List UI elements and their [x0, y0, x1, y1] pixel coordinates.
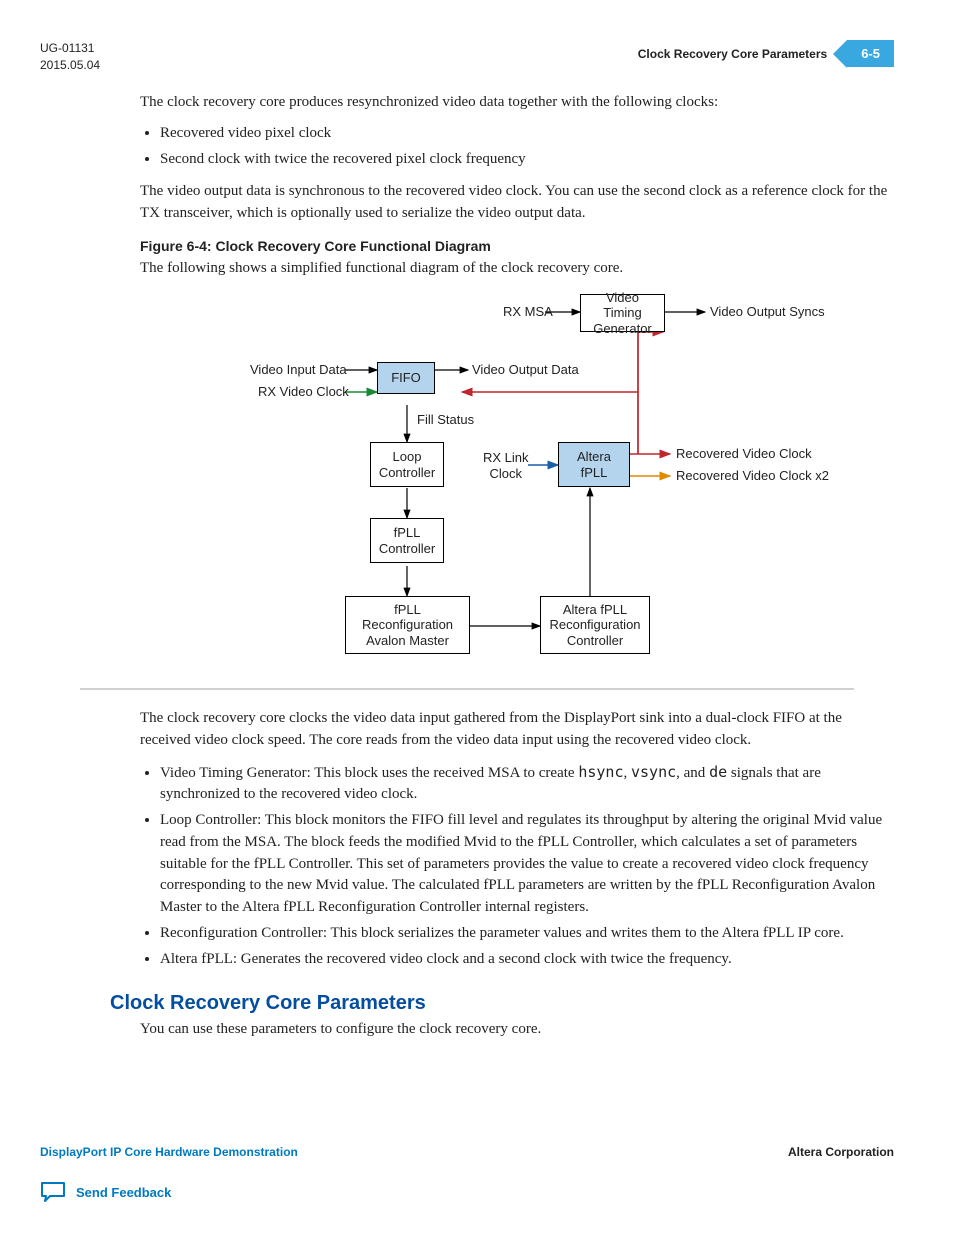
list-item: Video Timing Generator: This block uses …	[160, 762, 894, 807]
speech-bubble-icon	[40, 1181, 66, 1203]
doc-date: 2015.05.04	[40, 57, 100, 74]
list-item: Reconfiguration Controller: This block s…	[160, 923, 894, 945]
list-item: Altera fPLL: Generates the recovered vid…	[160, 949, 894, 971]
intro-paragraph-2: The video output data is synchronous to …	[140, 181, 894, 225]
header-section-title: Clock Recovery Core Parameters	[638, 47, 827, 61]
label-recovered-video-clock: Recovered Video Clock	[676, 446, 812, 461]
send-feedback-link[interactable]: Send Feedback	[40, 1181, 894, 1203]
box-altera-fpll: Altera fPLL	[558, 442, 630, 487]
label-video-input-data: Video Input Data	[250, 362, 347, 377]
label-rx-video-clock: RX Video Clock	[258, 384, 349, 399]
box-fpll-reconfig-master: fPLLReconfigurationAvalon Master	[345, 596, 470, 654]
text-fragment: , and	[676, 765, 709, 781]
doc-number: UG-01131	[40, 40, 100, 57]
functional-diagram: Video TimingGenerator FIFO LoopControlle…	[170, 290, 870, 680]
description-bullet-list: Video Timing Generator: This block uses …	[160, 762, 894, 971]
page-footer: DisplayPort IP Core Hardware Demonstrati…	[40, 1145, 894, 1203]
text-fragment: ,	[623, 765, 631, 781]
page-header: UG-01131 2015.05.04 Clock Recovery Core …	[40, 40, 894, 74]
text-fragment: Video Timing Generator: This block uses …	[160, 765, 578, 781]
page-number-badge: 6-5	[847, 40, 894, 67]
label-rx-link-clock: RX LinkClock	[483, 450, 529, 481]
label-video-output-data: Video Output Data	[472, 362, 579, 377]
send-feedback-label: Send Feedback	[76, 1185, 171, 1200]
list-item: Recovered video pixel clock	[160, 123, 894, 145]
section-heading: Clock Recovery Core Parameters	[110, 992, 894, 1015]
label-recovered-video-clock-x2: Recovered Video Clock x2	[676, 468, 829, 483]
intro-bullet-list: Recovered video pixel clock Second clock…	[160, 123, 894, 171]
intro-paragraph: The clock recovery core produces resynch…	[140, 92, 894, 114]
box-loop-controller: LoopController	[370, 442, 444, 487]
figure-caption: Figure 6-4: Clock Recovery Core Function…	[140, 238, 894, 254]
list-item: Loop Controller: This block monitors the…	[160, 810, 894, 919]
figure-intro: The following shows a simplified functio…	[140, 258, 894, 280]
section-intro: You can use these parameters to configur…	[140, 1019, 894, 1041]
footer-chapter-link[interactable]: DisplayPort IP Core Hardware Demonstrati…	[40, 1145, 298, 1159]
label-video-output-syncs: Video Output Syncs	[710, 304, 825, 319]
label-rx-msa: RX MSA	[503, 304, 553, 319]
box-video-timing-generator: Video TimingGenerator	[580, 294, 665, 332]
after-figure-paragraph: The clock recovery core clocks the video…	[140, 708, 894, 752]
figure-divider	[80, 688, 854, 690]
footer-company: Altera Corporation	[788, 1145, 894, 1159]
label-fill-status: Fill Status	[417, 412, 474, 427]
list-item: Second clock with twice the recovered pi…	[160, 149, 894, 171]
box-fpll-controller: fPLLController	[370, 518, 444, 563]
box-altera-fpll-reconfig-controller: Altera fPLLReconfigurationController	[540, 596, 650, 654]
box-fifo: FIFO	[377, 362, 435, 394]
